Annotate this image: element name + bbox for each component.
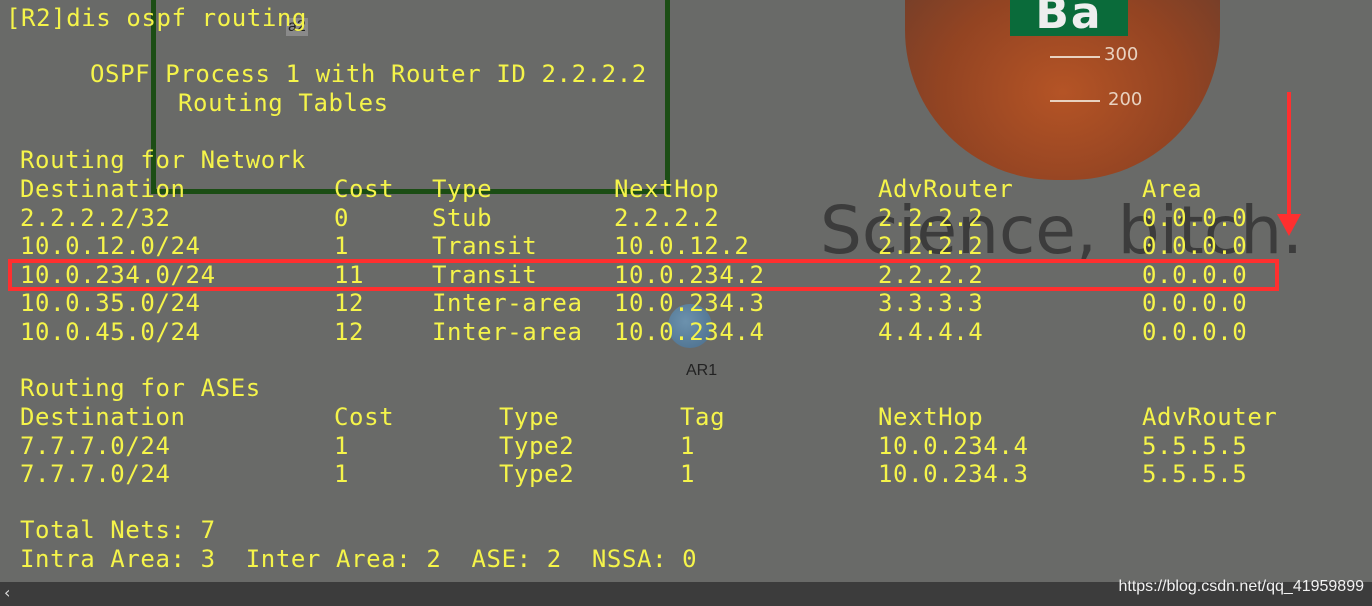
table-row: 7.7.7.0/24 1 Type2 1 10.0.234.4 5.5.5.5 <box>0 432 1372 460</box>
nexthop-cell: NextHop <box>878 403 984 431</box>
network-section-title: Routing for Network <box>20 146 306 174</box>
area-summary: Intra Area: 3 Inter Area: 2 ASE: 2 NSSA:… <box>20 545 698 573</box>
cost-cell: 0 <box>334 203 350 232</box>
area-cell: 0.0.0.0 <box>1142 317 1248 346</box>
flask-logo: Ba <box>1010 0 1128 36</box>
type-cell: Type <box>432 175 493 203</box>
advrouter-cell: 4.4.4.4 <box>878 317 984 346</box>
destination-cell: 7.7.7.0/24 <box>20 431 171 460</box>
nexthop-cell: 2.2.2.2 <box>614 203 720 232</box>
advrouter-cell: 2.2.2.2 <box>878 232 984 260</box>
chevron-left-icon[interactable]: ‹ <box>4 584 22 602</box>
ase-section-title: Routing for ASEs <box>20 374 261 402</box>
area-cell: 0.0.0.0 <box>1142 203 1248 232</box>
topology-label-ar1: AR1 <box>686 362 718 379</box>
advrouter-cell: 5.5.5.5 <box>1142 460 1248 488</box>
area-cell: 0.0.0.0 <box>1142 289 1248 317</box>
arrow-down-icon <box>1277 214 1301 236</box>
type-cell: Transit <box>432 232 538 260</box>
nexthop-cell: NextHop <box>614 175 720 203</box>
destination-cell: 7.7.7.0/24 <box>20 460 171 488</box>
table-row: 10.0.45.0/24 12 Inter-area 10.0.234.4 4.4.4.… <box>0 318 1372 346</box>
flask-tick <box>1050 56 1100 58</box>
tag-cell: 1 <box>680 431 696 460</box>
watermark: https://blog.csdn.net/qq_41959899 <box>1118 578 1364 595</box>
nexthop-cell: 10.0.234.3 <box>614 289 765 317</box>
destination-cell: 2.2.2.2/32 <box>20 203 171 232</box>
type-cell: Type2 <box>499 460 575 488</box>
nexthop-cell: 10.0.234.4 <box>878 431 1029 460</box>
process-header: OSPF Process 1 with Router ID 2.2.2.2 <box>90 60 647 88</box>
terminal-window[interactable]: Ba 300 200 Science, bitch. a2 AR1 [R2]di… <box>0 0 1372 606</box>
type-cell: Type <box>499 403 560 431</box>
tag-cell: Tag <box>680 403 726 431</box>
total-nets: Total Nets: 7 <box>20 516 216 544</box>
destination-cell: Destination <box>20 403 186 431</box>
type-cell: Stub <box>432 203 493 232</box>
flask-mark-300: 300 <box>1104 44 1139 65</box>
flask-tick <box>1050 100 1100 102</box>
advrouter-cell: 3.3.3.3 <box>878 289 984 317</box>
table-header-row: Destination Cost Type Tag NextHop AdvRouter <box>0 403 1372 431</box>
advrouter-cell: 5.5.5.5 <box>1142 431 1248 460</box>
nexthop-cell: 10.0.12.2 <box>614 232 750 260</box>
table-row: 10.0.35.0/24 12 Inter-area 10.0.234.3 3.3.3.… <box>0 289 1372 317</box>
destination-cell: 10.0.45.0/24 <box>20 317 201 346</box>
type-cell: Type2 <box>499 431 575 460</box>
type-cell: Inter-area <box>432 317 583 346</box>
annotation-arrow <box>1287 92 1291 220</box>
nexthop-cell: 10.0.234.3 <box>878 460 1029 488</box>
destination-cell: 10.0.12.0/24 <box>20 232 201 260</box>
cost-cell: 1 <box>334 460 350 488</box>
table-header-row: Destination Cost Type NextHop AdvRouter Area <box>0 175 1372 203</box>
destination-cell: Destination <box>20 175 186 203</box>
cost-cell: Cost <box>334 403 395 431</box>
tag-cell: 1 <box>680 460 696 488</box>
cost-cell: 1 <box>334 431 350 460</box>
command-prompt: [R2]dis ospf routing <box>6 4 307 32</box>
cost-cell: 12 <box>334 317 365 346</box>
table-row: 7.7.7.0/24 1 Type2 1 10.0.234.3 5.5.5.5 <box>0 460 1372 488</box>
cost-cell: 12 <box>334 289 365 317</box>
table-row: 10.0.12.0/24 1 Transit 10.0.12.2 2.2.2.2 0.0.… <box>0 232 1372 260</box>
table-row: 2.2.2.2/32 0 Stub 2.2.2.2 2.2.2.2 0.0.0.0 <box>0 204 1372 232</box>
cost-cell: 1 <box>334 232 350 260</box>
area-cell: Area <box>1142 175 1203 203</box>
cost-cell: Cost <box>334 175 395 203</box>
advrouter-cell: 2.2.2.2 <box>878 203 984 232</box>
advrouter-cell: AdvRouter <box>878 175 1014 203</box>
nexthop-cell: 10.0.234.4 <box>614 317 765 346</box>
destination-cell: 10.0.35.0/24 <box>20 289 201 317</box>
flask-mark-200: 200 <box>1108 89 1143 110</box>
type-cell: Inter-area <box>432 289 583 317</box>
highlight-box <box>8 259 1279 291</box>
routing-tables-header: Routing Tables <box>178 89 389 117</box>
advrouter-cell: AdvRouter <box>1142 403 1278 431</box>
area-cell: 0.0.0.0 <box>1142 232 1248 260</box>
